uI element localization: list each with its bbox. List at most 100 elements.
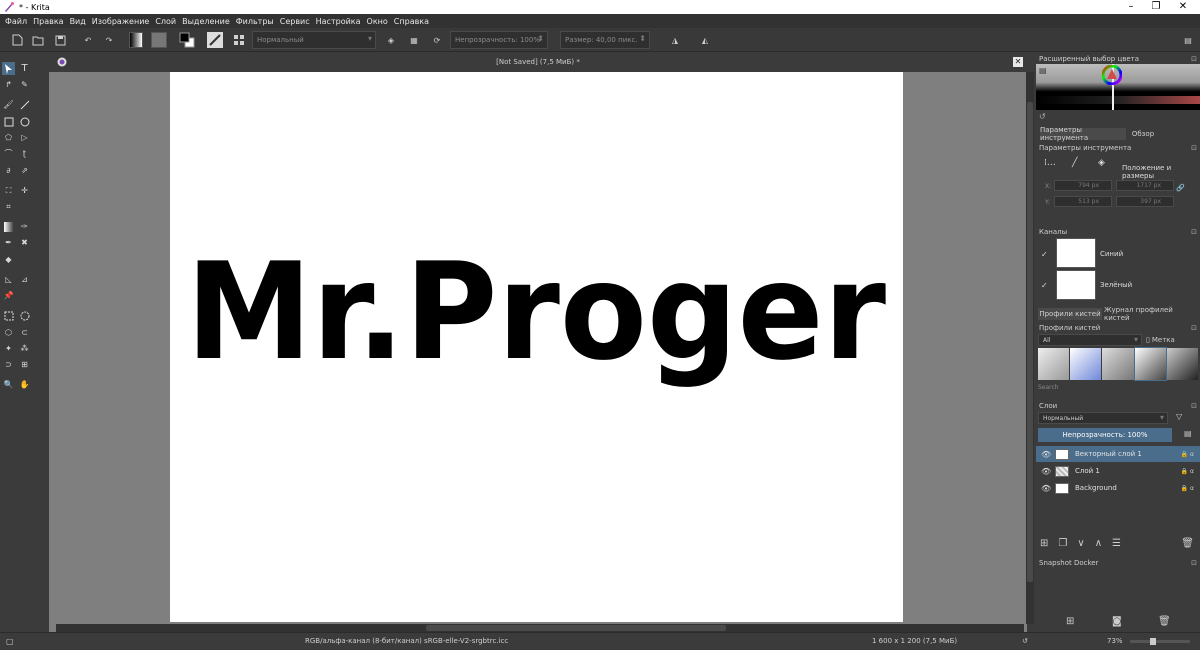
menu-icon[interactable]: ▤ [1039,66,1047,75]
elliptical-selection-tool-icon[interactable] [18,309,31,322]
canvas-text[interactable]: Mr.Proger [186,234,886,390]
eraser-icon[interactable]: ◈ [383,32,399,48]
colorize-mask-tool-icon[interactable]: ✒ [2,236,15,249]
close-docker-icon[interactable]: ⊡ [1191,324,1197,332]
dynamic-brush-tool-icon[interactable]: ∂ [2,164,15,177]
redo-icon[interactable]: ↷ [101,32,117,48]
menu-help[interactable]: Справка [394,17,429,26]
eye-icon[interactable]: 👁 [1041,450,1051,459]
add-layer-icon[interactable]: ⊞ [1040,538,1048,549]
contiguous-selection-tool-icon[interactable]: ✦ [2,342,15,355]
layer-row[interactable]: 👁 Background 🔒 α [1036,480,1200,496]
close-docker-icon[interactable]: ⊡ [1191,228,1197,236]
gradient-icon[interactable] [128,32,144,48]
polygonal-selection-tool-icon[interactable]: ⬡ [2,326,15,339]
bezier-tool-icon[interactable]: ⌒ [2,147,15,160]
vertical-scrollbar[interactable] [1026,72,1034,624]
brush-preset-item[interactable] [1133,347,1167,381]
eye-icon[interactable]: 👁 [1041,467,1051,476]
menu-window[interactable]: Окно [367,17,388,26]
freehand-path-tool-icon[interactable]: ʈ [18,147,31,160]
close-docker-icon[interactable]: ⊡ [1191,402,1197,410]
brush-search-input[interactable]: Search [1038,384,1059,391]
lock-ratio-icon[interactable]: 🔗 [1176,184,1185,192]
color-selector[interactable]: ▤ [1036,64,1200,110]
color-history-icon[interactable]: ↺ [1039,112,1046,121]
pan-tool-icon[interactable]: ✋ [18,378,31,391]
camera-icon[interactable]: ◙ [1112,616,1122,627]
move-down-icon[interactable]: ∨ [1077,538,1084,549]
open-document-icon[interactable] [30,32,46,48]
similar-color-selection-tool-icon[interactable]: ⁂ [18,342,31,355]
menu-view[interactable]: Вид [70,17,86,26]
menu-image[interactable]: Изображение [92,17,150,26]
fill-tool-icon[interactable]: ◆ [2,253,15,266]
measure-tool-icon[interactable]: ⊿ [18,273,31,286]
close-docker-icon[interactable]: ⊡ [1191,144,1197,152]
width-field[interactable]: 1717 px [1116,180,1174,191]
blend-mode-select[interactable]: Нормальный ▾ [252,31,376,49]
text-tool-icon[interactable]: T [18,62,31,75]
layer-opacity-slider[interactable]: Непрозрачность: 100% [1038,428,1172,442]
delete-layer-icon[interactable]: 🗑 [1181,538,1194,549]
mirror-vertical-icon[interactable]: ◭ [697,32,713,48]
height-field[interactable]: 397 px [1116,196,1174,207]
move-tool-icon[interactable]: ✛ [18,184,31,197]
layer-row[interactable]: 👁 Векторный слой 1 🔒 α [1036,446,1200,462]
move-up-icon[interactable]: ∧ [1095,538,1102,549]
tab-tool-options[interactable]: Параметры инструмента [1040,126,1126,142]
ellipse-tool-icon[interactable] [18,115,31,128]
calligraphy-tool-icon[interactable]: ✎ [18,78,31,91]
horizontal-scrollbar[interactable] [56,624,1024,632]
color-wheel-icon[interactable] [1102,65,1122,85]
brush-preset-icon[interactable] [207,32,223,48]
gradient-tool-icon[interactable] [2,220,15,233]
close-window-button[interactable]: ✕ [1166,0,1200,14]
save-icon[interactable] [52,32,68,48]
selection-mode-icon[interactable]: ▢ [6,637,14,646]
layer-lock-icon[interactable]: 🔒 α [1181,451,1194,458]
layer-properties-menu-icon[interactable]: ☰ [1112,538,1121,549]
layer-row[interactable]: 👁 Слой 1 🔒 α [1036,463,1200,479]
magnetic-selection-tool-icon[interactable]: ⊞ [18,358,31,371]
stroke-icon[interactable]: ╱ [1072,158,1077,168]
rectangle-tool-icon[interactable] [2,115,15,128]
fill-icon[interactable]: ◈ [1098,158,1105,168]
select-shapes-tool-icon[interactable] [2,62,15,75]
align-icon[interactable]: ⁞… [1044,158,1056,168]
line-tool-icon[interactable] [18,98,31,111]
tag-button[interactable]: ▯ Метка [1146,334,1196,346]
workspace-icon[interactable] [231,32,247,48]
close-document-button[interactable]: ✕ [1013,57,1023,67]
y-field[interactable]: 513 px [1054,196,1112,207]
foreground-background-color-icon[interactable] [179,32,195,48]
assistant-tool-icon[interactable]: ◺ [2,273,15,286]
close-docker-icon[interactable]: ⊡ [1191,55,1197,63]
rotation-reset-icon[interactable]: ↺ [1022,637,1028,645]
new-document-icon[interactable] [9,32,25,48]
brush-preset-item[interactable] [1166,348,1199,380]
tab-brush-presets[interactable]: Профили кистей [1038,308,1102,320]
canvas[interactable]: Mr.Proger [170,72,903,622]
rectangular-selection-tool-icon[interactable] [2,309,15,322]
undo-icon[interactable]: ↶ [80,32,96,48]
layer-properties-icon[interactable]: ▤ [1184,429,1192,438]
tab-brush-history[interactable]: Журнал профилей кистей [1104,306,1196,322]
transform-tool-icon[interactable]: ⌗ [2,200,15,213]
mirror-horizontal-icon[interactable]: ◮ [667,32,683,48]
channel-checkbox[interactable]: ✓ [1041,281,1048,290]
preserve-alpha-icon[interactable]: ▦ [406,32,422,48]
menu-file[interactable]: Файл [5,17,27,26]
brush-preset-item[interactable] [1102,348,1134,380]
polyline-tool-icon[interactable]: ▷ [18,131,31,144]
duplicate-layer-icon[interactable]: ❐ [1058,538,1067,549]
smart-patch-tool-icon[interactable]: ✖ [18,236,31,249]
polygon-tool-icon[interactable]: ⬠ [2,131,15,144]
menu-settings[interactable]: Настройка [316,17,361,26]
eye-icon[interactable]: 👁 [1041,484,1051,493]
reload-preset-icon[interactable]: ⟳ [429,32,445,48]
opacity-slider[interactable]: Непрозрачность: 100% ⬍ [450,31,548,49]
tab-overview[interactable]: Обзор [1128,128,1158,140]
menu-filters[interactable]: Фильтры [236,17,274,26]
close-docker-icon[interactable]: ⊡ [1191,559,1197,567]
